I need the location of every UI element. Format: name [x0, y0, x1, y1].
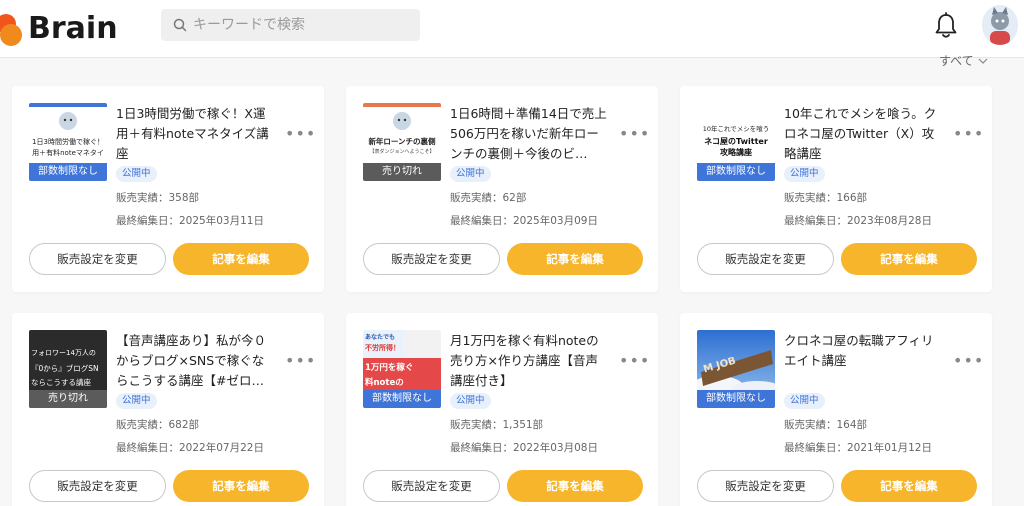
article-thumbnail[interactable]: 新年ローンチの裏側 【表ダンジョンへようこそ】 売り切れ: [363, 103, 441, 181]
thumb-badge: 部数制限なし: [697, 163, 775, 181]
article-title[interactable]: 月1万円を稼ぐ有料noteの売り方×作り方講座【音声講座付き】: [450, 331, 610, 391]
logo-text: Brain: [28, 10, 118, 46]
sales-count: 販売実績：682部: [116, 419, 200, 431]
change-sales-settings-button[interactable]: 販売設定を変更: [363, 243, 500, 275]
last-edited-date: 最終編集日：2025年03月11日: [116, 215, 264, 227]
article-title[interactable]: 【音声講座あり】私が今０からブログ×SNSで稼ぐならこうする講座【#ゼロ…: [116, 331, 276, 391]
last-edited-date: 最終編集日：2021年01月12日: [784, 442, 932, 454]
brain-logo[interactable]: Brain: [0, 8, 118, 48]
sales-count: 販売実績：358部: [116, 192, 200, 204]
article-card: フォロワー14万人の 『0から』ブログSN ならこうする講座 売り切れ 【音声講…: [12, 313, 324, 506]
sales-count: 販売実績：164部: [784, 419, 868, 431]
article-title[interactable]: 1日3時間労働で稼ぐ！X運用＋有料noteマネタイズ講座: [116, 104, 276, 164]
thumb-text: 料noteの: [365, 378, 404, 388]
bell-icon[interactable]: [933, 12, 959, 40]
user-avatar[interactable]: [982, 5, 1018, 45]
thumb-text: フォロワー14万人の: [31, 349, 96, 357]
thumb-text: ネコ屋のTwitter: [704, 137, 768, 146]
more-icon[interactable]: •••: [285, 351, 316, 370]
more-icon[interactable]: •••: [953, 351, 984, 370]
more-icon[interactable]: •••: [619, 124, 650, 143]
search-bar[interactable]: [161, 9, 420, 41]
filter-label: すべて: [939, 54, 974, 68]
article-thumbnail[interactable]: あなたでも 不労所得！ 1万円を稼ぐ 料noteの 部数制限なし: [363, 330, 441, 408]
article-title[interactable]: 1日6時間＋準備14日で売上506万円を稼いだ新年ローンチの裏側＋今後のビ…: [450, 104, 610, 164]
thumb-text: あなたでも: [365, 334, 396, 341]
change-sales-settings-button[interactable]: 販売設定を変更: [363, 470, 500, 502]
article-card: 新年ローンチの裏側 【表ダンジョンへようこそ】 売り切れ 1日6時間＋準備14日…: [346, 86, 658, 292]
status-badge: 公開中: [116, 166, 157, 182]
article-thumbnail[interactable]: M JOB 部数制限なし: [697, 330, 775, 408]
more-icon[interactable]: •••: [953, 124, 984, 143]
sales-count: 販売実績：62部: [450, 192, 527, 204]
edit-article-button[interactable]: 記事を編集: [173, 470, 309, 502]
edit-article-button[interactable]: 記事を編集: [841, 243, 977, 275]
thumb-badge: 部数制限なし: [29, 163, 107, 181]
thumb-badge: 部数制限なし: [697, 390, 775, 408]
status-badge: 公開中: [450, 393, 491, 409]
thumb-text: 【表ダンジョンへようこそ】: [369, 149, 435, 155]
top-header: Brain: [0, 0, 1024, 58]
article-thumbnail[interactable]: 1日3時間労働で稼ぐ！ 用＋有料noteマネタイ 部数制限なし: [29, 103, 107, 181]
edit-article-button[interactable]: 記事を編集: [507, 243, 643, 275]
edit-article-button[interactable]: 記事を編集: [507, 470, 643, 502]
sales-count: 販売実績：1,351部: [450, 419, 544, 431]
last-edited-date: 最終編集日：2023年08月28日: [784, 215, 932, 227]
article-card: M JOB 部数制限なし クロネコ屋の転職アフィリエイト講座 ••• 公開中 販…: [680, 313, 992, 506]
status-badge: 公開中: [116, 393, 157, 409]
article-card: あなたでも 不労所得！ 1万円を稼ぐ 料noteの 部数制限なし 月1万円を稼ぐ…: [346, 313, 658, 506]
edit-article-button[interactable]: 記事を編集: [173, 243, 309, 275]
edit-article-button[interactable]: 記事を編集: [841, 470, 977, 502]
article-thumbnail[interactable]: 10年これでメシを喰う ネコ屋のTwitter 攻略講座 部数制限なし: [697, 103, 775, 181]
thumb-text: 『0から』ブログSN: [31, 364, 99, 373]
search-icon: [173, 18, 187, 32]
article-title[interactable]: クロネコ屋の転職アフィリエイト講座: [784, 331, 944, 371]
change-sales-settings-button[interactable]: 販売設定を変更: [29, 470, 166, 502]
thumb-text: 10年これでメシを喰う: [702, 125, 770, 133]
status-badge: 公開中: [450, 166, 491, 182]
thumb-badge: 部数制限なし: [363, 390, 441, 408]
last-edited-date: 最終編集日：2025年03月09日: [450, 215, 598, 227]
thumb-text: 新年ローンチの裏側: [368, 137, 436, 146]
status-badge: 公開中: [784, 393, 825, 409]
article-card: 1日3時間労働で稼ぐ！ 用＋有料noteマネタイ 部数制限なし 1日3時間労働で…: [12, 86, 324, 292]
search-input[interactable]: [193, 17, 413, 33]
change-sales-settings-button[interactable]: 販売設定を変更: [697, 243, 834, 275]
more-icon[interactable]: •••: [285, 124, 316, 143]
change-sales-settings-button[interactable]: 販売設定を変更: [697, 470, 834, 502]
chevron-down-icon: [978, 58, 988, 64]
status-badge: 公開中: [784, 166, 825, 182]
more-icon[interactable]: •••: [619, 351, 650, 370]
thumb-badge: 売り切れ: [29, 390, 107, 408]
sales-count: 販売実績：166部: [784, 192, 868, 204]
last-edited-date: 最終編集日：2022年07月22日: [116, 442, 264, 454]
article-thumbnail[interactable]: フォロワー14万人の 『0から』ブログSN ならこうする講座 売り切れ: [29, 330, 107, 408]
thumb-badge: 売り切れ: [363, 163, 441, 181]
brain-logo-mark-icon: [0, 8, 26, 48]
thumb-text: ならこうする講座: [31, 378, 91, 387]
last-edited-date: 最終編集日：2022年03月08日: [450, 442, 598, 454]
change-sales-settings-button[interactable]: 販売設定を変更: [29, 243, 166, 275]
thumb-text: 不労所得！: [365, 344, 400, 352]
article-title[interactable]: 10年これでメシを喰う。クロネコ屋のTwitter（X）攻略講座: [784, 104, 944, 164]
thumb-text: 1日3時間労働で稼ぐ！: [32, 138, 104, 146]
filter-dropdown[interactable]: すべて: [939, 52, 988, 69]
thumb-text: 攻略講座: [720, 148, 752, 157]
thumb-text: 1万円を稼ぐ: [365, 363, 414, 373]
thumb-text: 用＋有料noteマネタイ: [32, 149, 104, 157]
article-card: 10年これでメシを喰う ネコ屋のTwitter 攻略講座 部数制限なし 10年こ…: [680, 86, 992, 292]
